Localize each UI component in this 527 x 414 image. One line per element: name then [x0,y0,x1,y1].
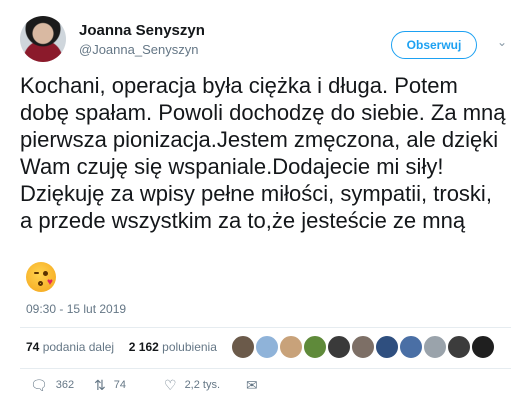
liker-avatar[interactable] [327,335,351,359]
liker-avatar[interactable] [447,335,471,359]
divider [20,368,511,369]
like-button[interactable]: ♡ 2,2 tys. [164,378,220,392]
liker-avatar[interactable] [303,335,327,359]
liker-avatar[interactable] [231,335,255,359]
avatar[interactable] [20,16,66,62]
direct-message-button[interactable]: ✉ [246,378,258,392]
likes-label[interactable]: polubienia [162,340,217,354]
liker-avatar[interactable] [399,335,423,359]
divider [20,327,511,328]
author-handle[interactable]: @Joanna_Senyszyn [79,42,198,57]
reply-count: 362 [55,379,75,391]
liker-avatar[interactable] [375,335,399,359]
face-blowing-kiss-icon: ♥ [26,262,56,292]
chevron-down-icon[interactable]: ⌄ [493,33,511,51]
tweet-text: Kochani, operacja była ciężka i długa. P… [20,73,506,233]
retweets-label[interactable]: podania dalej [43,340,114,354]
liker-avatar[interactable] [423,335,447,359]
reply-button[interactable]: 🗨 362 [30,378,74,392]
retweets-count[interactable]: 74 [26,340,39,354]
liker-avatar[interactable] [351,335,375,359]
heart-icon: ♡ [164,377,177,393]
likes-count[interactable]: 2 162 [129,340,159,354]
retweet-count: 74 [113,379,126,391]
envelope-icon: ✉ [246,377,258,393]
follow-button[interactable]: Obserwuj [391,31,477,59]
tweet-timestamp[interactable]: 09:30 - 15 lut 2019 [26,302,126,316]
tweet-header: Joanna Senyszyn @Joanna_Senyszyn Obserwu… [20,14,511,62]
liker-avatar[interactable] [255,335,279,359]
reply-icon: 🗨 [30,377,48,393]
retweet-icon: ⇅ [94,377,106,393]
liker-avatar[interactable] [279,335,303,359]
tweet-stats: 74 podania dalej 2 162 polubienia [26,340,217,354]
tweet-actions: 🗨 362 ⇅ 74 ♡ 2,2 tys. ✉ [30,378,511,398]
retweet-button[interactable]: ⇅ 74 [94,378,126,392]
liker-avatar[interactable] [471,335,495,359]
author-name[interactable]: Joanna Senyszyn [79,22,205,39]
like-count: 2,2 tys. [184,379,221,391]
